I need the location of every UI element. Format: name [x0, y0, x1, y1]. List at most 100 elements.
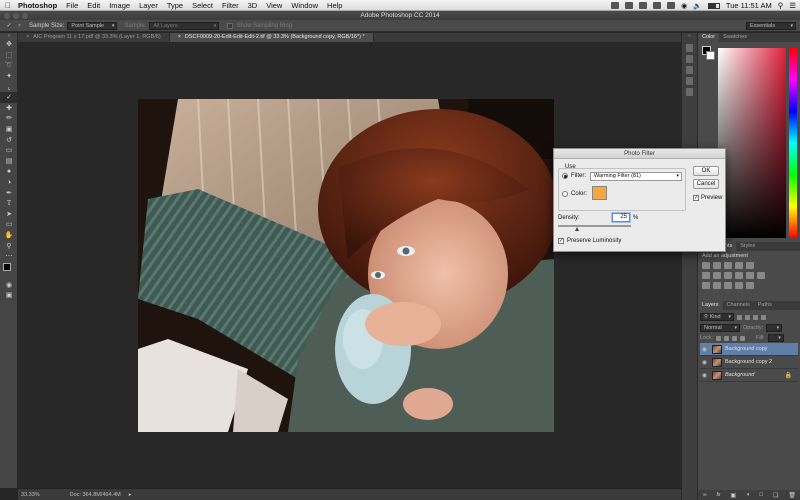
eyedropper-icon[interactable]: ✓: [0, 91, 18, 103]
zoom-window-icon[interactable]: [22, 12, 28, 19]
delete-layer-icon[interactable]: 🗑: [788, 492, 796, 499]
menu-window[interactable]: Window: [291, 1, 318, 10]
ok-button[interactable]: OK: [693, 166, 719, 176]
layer-name[interactable]: Background: [725, 372, 754, 378]
status-icon-4[interactable]: [653, 2, 662, 9]
eyedropper-tool-icon[interactable]: ✓: [0, 22, 18, 29]
history-brush-icon[interactable]: ↺: [0, 134, 18, 145]
lock-all-icon[interactable]: [740, 335, 746, 341]
eraser-icon[interactable]: ▭: [0, 145, 18, 156]
status-icon-1[interactable]: [611, 2, 620, 9]
tab-document-1[interactable]: × AIC Program 11 x 17.pdf @ 33.3% (Layer …: [18, 33, 170, 42]
apple-icon[interactable]: : [5, 1, 15, 10]
zoom-icon[interactable]: ⚲: [0, 240, 18, 251]
pen-icon[interactable]: ✒: [0, 187, 18, 198]
menu-filter[interactable]: Filter: [222, 1, 239, 10]
posterize-icon[interactable]: [713, 282, 721, 289]
layer-name[interactable]: Background copy 2: [725, 359, 772, 365]
layer-row[interactable]: ◉ Background copy 2: [700, 356, 798, 369]
color-bg-swatch[interactable]: [706, 51, 715, 60]
tab-swatches[interactable]: Swatches: [719, 33, 751, 42]
marquee-icon[interactable]: ⬚: [0, 50, 18, 61]
tab-channels[interactable]: Channels: [723, 301, 754, 310]
new-adjustment-icon[interactable]: ◑: [746, 492, 750, 498]
properties-panel-icon[interactable]: [686, 55, 693, 63]
battery-icon[interactable]: [707, 2, 720, 9]
brush-icon[interactable]: ✏: [0, 113, 18, 124]
quick-select-icon[interactable]: ✦: [0, 71, 18, 82]
menu-layer[interactable]: Layer: [139, 1, 158, 10]
dodge-icon[interactable]: ◑: [0, 177, 18, 188]
screen-mode-icon[interactable]: ▣: [0, 290, 18, 301]
zoom-level[interactable]: 33.33%: [21, 492, 40, 498]
tab-color[interactable]: Color: [698, 33, 720, 42]
menu-3d[interactable]: 3D: [248, 1, 258, 10]
search-icon[interactable]: ⚲: [778, 1, 784, 10]
exposure-icon[interactable]: [735, 262, 743, 269]
blend-mode-select[interactable]: Normal: [700, 323, 740, 332]
type-icon[interactable]: T: [0, 198, 18, 209]
levels-icon[interactable]: [713, 262, 721, 269]
doc-size[interactable]: Doc: 364.8M/494.4M: [70, 492, 121, 498]
hue-slider[interactable]: [789, 48, 797, 238]
gradient-map-icon[interactable]: [735, 282, 743, 289]
color-swatch[interactable]: [592, 186, 607, 200]
opacity-field[interactable]: [766, 323, 783, 332]
density-slider-track[interactable]: [558, 225, 631, 227]
visibility-eye-icon[interactable]: ◉: [700, 372, 709, 379]
status-icon-2[interactable]: [625, 2, 634, 9]
fill-field[interactable]: [767, 334, 784, 342]
visibility-eye-icon[interactable]: ◉: [700, 346, 709, 353]
gradient-icon[interactable]: ▤: [0, 156, 18, 167]
filter-radio[interactable]: [562, 173, 568, 179]
density-slider-thumb[interactable]: [575, 227, 579, 231]
healing-icon[interactable]: ✚: [0, 103, 18, 114]
new-group-icon[interactable]: □: [759, 492, 763, 498]
vibrance-icon[interactable]: [746, 262, 754, 269]
filter-select[interactable]: Warming Filter (81): [590, 172, 682, 181]
minimize-window-icon[interactable]: [13, 12, 19, 19]
tab-paths[interactable]: Paths: [754, 301, 776, 310]
threshold-icon[interactable]: [724, 282, 732, 289]
add-mask-icon[interactable]: ▣: [730, 492, 736, 499]
path-select-icon[interactable]: ➤: [0, 209, 18, 220]
color-balance-icon[interactable]: [713, 272, 721, 279]
tab-document-2[interactable]: × DSCF0009-20-Edit-Edit-Edit-2.tif @ 33.3…: [169, 33, 374, 42]
more-tools-icon[interactable]: ⋯: [0, 251, 18, 262]
status-arrow-icon[interactable]: ▸: [129, 492, 132, 498]
black-white-icon[interactable]: [724, 272, 732, 279]
volume-icon[interactable]: 🔈: [693, 2, 702, 10]
menu-help[interactable]: Help: [327, 1, 342, 10]
layer-filter-kind[interactable]: ⚲ Kind: [700, 313, 734, 321]
hand-icon[interactable]: ✋: [0, 230, 18, 241]
strip-expand-icon[interactable]: «: [682, 33, 697, 41]
color-radio[interactable]: [562, 191, 568, 197]
preview-checkbox[interactable]: ✓: [693, 195, 699, 201]
menu-type[interactable]: Type: [167, 1, 183, 10]
menu-file[interactable]: File: [66, 1, 78, 10]
clock[interactable]: Tue 11:51 AM: [726, 1, 772, 10]
character-panel-icon[interactable]: [686, 77, 693, 85]
lasso-icon[interactable]: ➰: [0, 60, 18, 71]
stamp-icon[interactable]: ▣: [0, 124, 18, 135]
layer-name[interactable]: Background copy: [725, 346, 768, 352]
sample-size-select[interactable]: Point Sample: [67, 21, 118, 30]
color-field[interactable]: [718, 48, 786, 238]
sample-select[interactable]: All Layers: [149, 21, 220, 30]
menu-edit[interactable]: Edit: [87, 1, 100, 10]
layer-row[interactable]: ◉ Background copy: [700, 343, 798, 356]
photo-filter-icon[interactable]: [735, 272, 743, 279]
move-icon[interactable]: ✥: [0, 39, 18, 50]
status-icon-5[interactable]: [667, 2, 676, 9]
visibility-eye-icon[interactable]: ◉: [700, 359, 709, 366]
layer-row[interactable]: ◉ Background 🔒: [700, 369, 798, 382]
density-input[interactable]: 25: [612, 213, 630, 222]
wifi-icon[interactable]: ◉: [681, 2, 687, 10]
filter-adjust-icon[interactable]: [745, 314, 750, 320]
color-lookup-icon[interactable]: [757, 272, 765, 279]
new-layer-icon[interactable]: ❏: [773, 492, 778, 499]
lock-transparent-icon[interactable]: [716, 335, 722, 341]
info-panel-icon[interactable]: [686, 66, 693, 74]
foreground-color-swatch[interactable]: [3, 263, 11, 272]
menu-select[interactable]: Select: [192, 1, 213, 10]
